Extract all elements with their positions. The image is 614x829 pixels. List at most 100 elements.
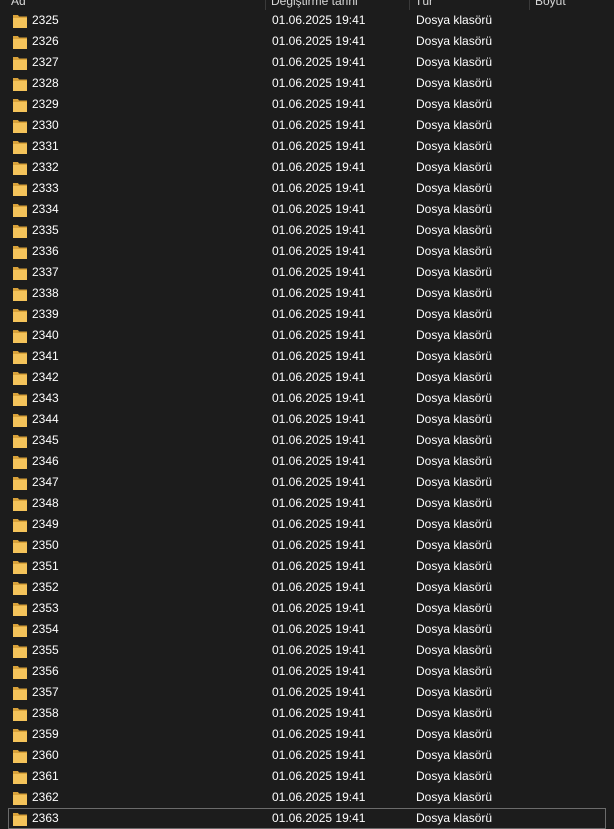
- folder-icon: [13, 601, 27, 616]
- file-type: Dosya klasörü: [416, 559, 493, 573]
- file-row[interactable]: 2339 01.06.2025 19:41 Dosya klasörü: [0, 304, 614, 325]
- file-row[interactable]: 2355 01.06.2025 19:41 Dosya klasörü: [0, 640, 614, 661]
- folder-icon: [13, 328, 27, 343]
- file-row[interactable]: 2331 01.06.2025 19:41 Dosya klasörü: [0, 136, 614, 157]
- column-divider[interactable]: [529, 0, 530, 10]
- file-type: Dosya klasörü: [416, 790, 493, 804]
- column-header-size[interactable]: Boyut: [531, 0, 614, 10]
- file-name: 2361: [32, 769, 59, 783]
- file-row[interactable]: 2357 01.06.2025 19:41 Dosya klasörü: [0, 682, 614, 703]
- file-name: 2346: [32, 454, 59, 468]
- file-type: Dosya klasörü: [416, 349, 493, 363]
- file-row[interactable]: 2340 01.06.2025 19:41 Dosya klasörü: [0, 325, 614, 346]
- file-row[interactable]: 2359 01.06.2025 19:41 Dosya klasörü: [0, 724, 614, 745]
- file-row[interactable]: 2352 01.06.2025 19:41 Dosya klasörü: [0, 577, 614, 598]
- file-row[interactable]: 2334 01.06.2025 19:41 Dosya klasörü: [0, 199, 614, 220]
- file-modified-date: 01.06.2025 19:41: [272, 223, 366, 237]
- file-row[interactable]: 2325 01.06.2025 19:41 Dosya klasörü: [0, 10, 614, 31]
- file-row[interactable]: 2356 01.06.2025 19:41 Dosya klasörü: [0, 661, 614, 682]
- file-modified-date: 01.06.2025 19:41: [272, 664, 366, 678]
- file-row[interactable]: 2345 01.06.2025 19:41 Dosya klasörü: [0, 430, 614, 451]
- folder-icon: [13, 769, 27, 784]
- file-name: 2335: [32, 223, 59, 237]
- file-row[interactable]: 2329 01.06.2025 19:41 Dosya klasörü: [0, 94, 614, 115]
- file-modified-date: 01.06.2025 19:41: [272, 748, 366, 762]
- file-type: Dosya klasörü: [416, 433, 493, 447]
- file-type: Dosya klasörü: [416, 391, 493, 405]
- file-modified-date: 01.06.2025 19:41: [272, 433, 366, 447]
- file-type: Dosya klasörü: [416, 517, 493, 531]
- file-type: Dosya klasörü: [416, 286, 493, 300]
- file-row[interactable]: 2332 01.06.2025 19:41 Dosya klasörü: [0, 157, 614, 178]
- file-row[interactable]: 2344 01.06.2025 19:41 Dosya klasörü: [0, 409, 614, 430]
- file-modified-date: 01.06.2025 19:41: [272, 118, 366, 132]
- file-row[interactable]: 2351 01.06.2025 19:41 Dosya klasörü: [0, 556, 614, 577]
- file-type: Dosya klasörü: [416, 727, 493, 741]
- file-row[interactable]: 2353 01.06.2025 19:41 Dosya klasörü: [0, 598, 614, 619]
- file-type: Dosya klasörü: [416, 643, 493, 657]
- folder-icon: [13, 307, 27, 322]
- file-row[interactable]: 2363 01.06.2025 19:41 Dosya klasörü: [8, 808, 606, 829]
- file-row[interactable]: 2327 01.06.2025 19:41 Dosya klasörü: [0, 52, 614, 73]
- folder-icon: [13, 664, 27, 679]
- folder-icon: [13, 622, 27, 637]
- folder-icon: [13, 538, 27, 553]
- folder-icon: [13, 181, 27, 196]
- file-modified-date: 01.06.2025 19:41: [272, 769, 366, 783]
- file-name: 2357: [32, 685, 59, 699]
- file-row[interactable]: 2360 01.06.2025 19:41 Dosya klasörü: [0, 745, 614, 766]
- column-divider[interactable]: [265, 0, 266, 10]
- file-type: Dosya klasörü: [416, 76, 493, 90]
- file-type: Dosya klasörü: [416, 13, 493, 27]
- column-divider[interactable]: [409, 0, 410, 10]
- file-row[interactable]: 2328 01.06.2025 19:41 Dosya klasörü: [0, 73, 614, 94]
- folder-icon: [13, 139, 27, 154]
- file-type: Dosya klasörü: [416, 412, 493, 426]
- file-row[interactable]: 2326 01.06.2025 19:41 Dosya klasörü: [0, 31, 614, 52]
- file-row[interactable]: 2343 01.06.2025 19:41 Dosya klasörü: [0, 388, 614, 409]
- file-type: Dosya klasörü: [416, 496, 493, 510]
- file-modified-date: 01.06.2025 19:41: [272, 685, 366, 699]
- file-row[interactable]: 2361 01.06.2025 19:41 Dosya klasörü: [0, 766, 614, 787]
- file-row[interactable]: 2348 01.06.2025 19:41 Dosya klasörü: [0, 493, 614, 514]
- file-row[interactable]: 2349 01.06.2025 19:41 Dosya klasörü: [0, 514, 614, 535]
- folder-icon: [13, 790, 27, 805]
- file-name: 2358: [32, 706, 59, 720]
- column-header-name[interactable]: Ad: [7, 0, 265, 10]
- file-modified-date: 01.06.2025 19:41: [272, 286, 366, 300]
- file-name: 2363: [32, 811, 59, 825]
- file-row[interactable]: 2362 01.06.2025 19:41 Dosya klasörü: [0, 787, 614, 808]
- file-row[interactable]: 2342 01.06.2025 19:41 Dosya klasörü: [0, 367, 614, 388]
- file-name: 2329: [32, 97, 59, 111]
- file-name: 2327: [32, 55, 59, 69]
- file-modified-date: 01.06.2025 19:41: [272, 55, 366, 69]
- file-modified-date: 01.06.2025 19:41: [272, 160, 366, 174]
- file-row[interactable]: 2354 01.06.2025 19:41 Dosya klasörü: [0, 619, 614, 640]
- file-type: Dosya klasörü: [416, 580, 493, 594]
- file-type: Dosya klasörü: [416, 55, 493, 69]
- file-row[interactable]: 2336 01.06.2025 19:41 Dosya klasörü: [0, 241, 614, 262]
- column-header-type[interactable]: Tür: [411, 0, 529, 10]
- file-row[interactable]: 2337 01.06.2025 19:41 Dosya klasörü: [0, 262, 614, 283]
- file-row[interactable]: 2358 01.06.2025 19:41 Dosya klasörü: [0, 703, 614, 724]
- file-row[interactable]: 2350 01.06.2025 19:41 Dosya klasörü: [0, 535, 614, 556]
- file-row[interactable]: 2330 01.06.2025 19:41 Dosya klasörü: [0, 115, 614, 136]
- file-name: 2343: [32, 391, 59, 405]
- file-row[interactable]: 2338 01.06.2025 19:41 Dosya klasörü: [0, 283, 614, 304]
- file-row[interactable]: 2335 01.06.2025 19:41 Dosya klasörü: [0, 220, 614, 241]
- file-modified-date: 01.06.2025 19:41: [272, 538, 366, 552]
- file-row[interactable]: 2347 01.06.2025 19:41 Dosya klasörü: [0, 472, 614, 493]
- file-row[interactable]: 2333 01.06.2025 19:41 Dosya klasörü: [0, 178, 614, 199]
- file-name: 2334: [32, 202, 59, 216]
- folder-icon: [13, 55, 27, 70]
- file-row[interactable]: 2341 01.06.2025 19:41 Dosya klasörü: [0, 346, 614, 367]
- file-type: Dosya klasörü: [416, 601, 493, 615]
- file-modified-date: 01.06.2025 19:41: [272, 727, 366, 741]
- file-row[interactable]: 2346 01.06.2025 19:41 Dosya klasörü: [0, 451, 614, 472]
- column-header-date[interactable]: Değiştirme tarihi: [267, 0, 409, 10]
- file-name: 2340: [32, 328, 59, 342]
- folder-icon: [13, 118, 27, 133]
- file-type: Dosya klasörü: [416, 265, 493, 279]
- file-modified-date: 01.06.2025 19:41: [272, 328, 366, 342]
- folder-icon: [13, 412, 27, 427]
